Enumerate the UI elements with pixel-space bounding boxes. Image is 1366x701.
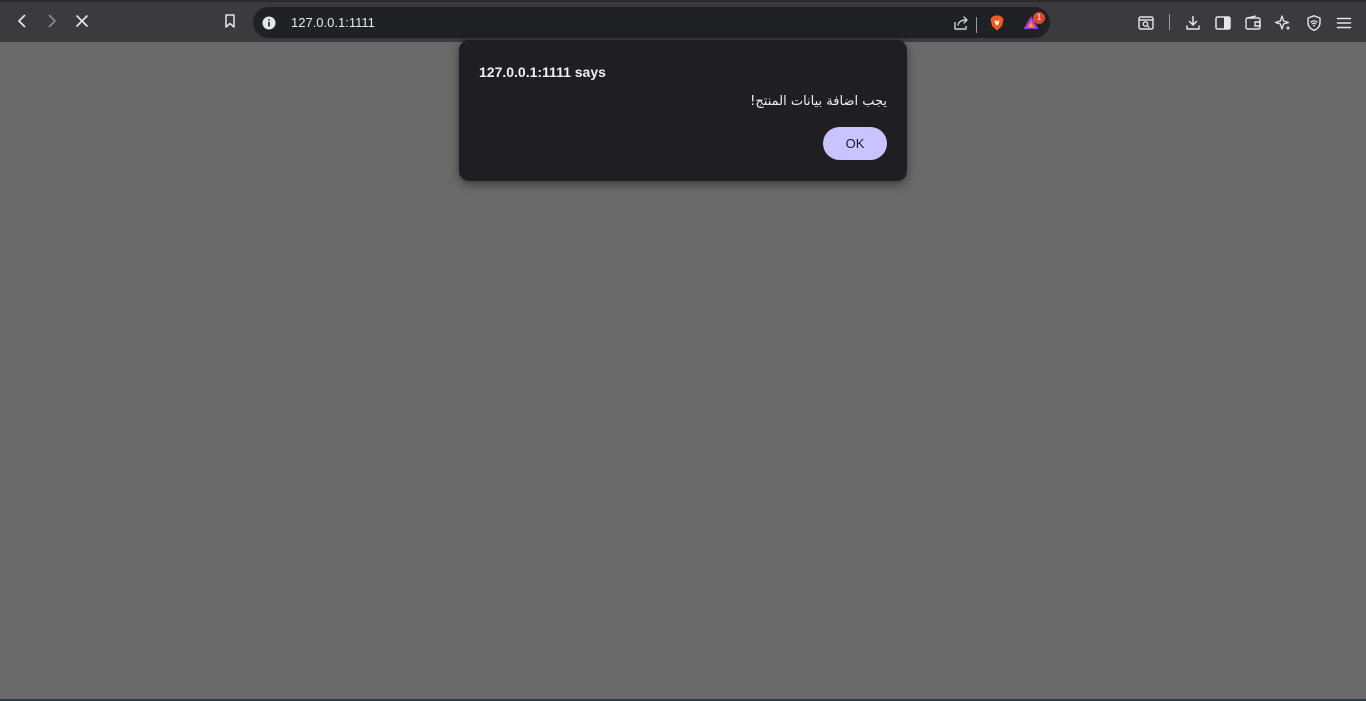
dialog-message: يجب اضافة بيانات المنتج!: [750, 94, 887, 109]
sidebar-icon[interactable]: [1209, 9, 1237, 37]
stop-loading-icon[interactable]: [68, 7, 96, 35]
tab-search-icon[interactable]: [1132, 9, 1160, 37]
back-arrow-icon[interactable]: [8, 7, 36, 35]
toolbar-separator: [1169, 14, 1170, 30]
forward-arrow-icon[interactable]: [38, 7, 66, 35]
browser-toolbar: 127.0.0.1:1111 1: [0, 0, 1366, 42]
share-icon[interactable]: [947, 9, 975, 37]
site-info-icon[interactable]: [255, 9, 283, 37]
address-bar[interactable]: 127.0.0.1:1111: [253, 7, 1050, 38]
dialog-title: 127.0.0.1:1111 says: [479, 64, 606, 80]
omnibox-separator: [976, 17, 977, 33]
rewards-notification-badge: 1: [1033, 12, 1045, 24]
url-text[interactable]: 127.0.0.1:1111: [291, 15, 375, 30]
alert-dialog: 127.0.0.1:1111 says يجب اضافة بيانات الم…: [459, 40, 907, 181]
bookmark-icon[interactable]: [216, 7, 244, 35]
ok-button[interactable]: OK: [823, 127, 887, 160]
brave-shields-icon[interactable]: [983, 9, 1011, 37]
wallet-icon[interactable]: [1239, 9, 1267, 37]
vpn-shield-icon[interactable]: [1300, 9, 1328, 37]
hamburger-menu-icon[interactable]: [1330, 9, 1358, 37]
leo-ai-icon[interactable]: [1269, 9, 1297, 37]
download-icon[interactable]: [1179, 9, 1207, 37]
